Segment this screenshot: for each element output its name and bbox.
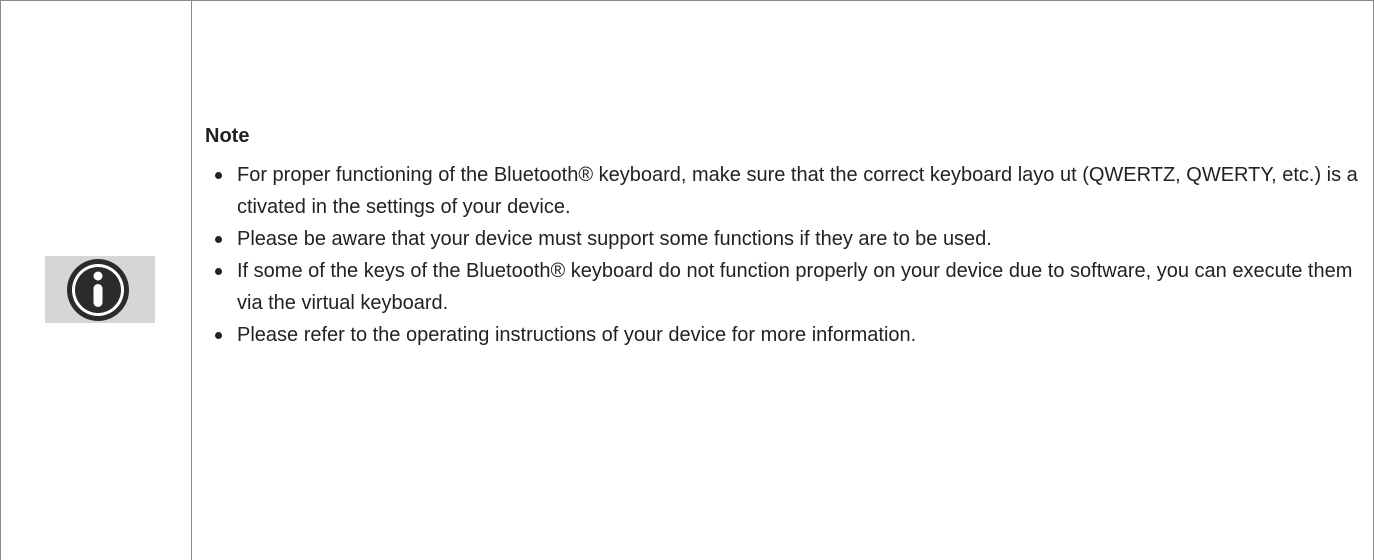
list-item-text: For proper functioning of the Bluetooth®… — [237, 164, 1358, 218]
list-item-text: Please be aware that your device must su… — [237, 228, 992, 250]
list-item: Please be aware that your device must su… — [205, 223, 1365, 255]
note-table: Note For proper functioning of the Bluet… — [0, 0, 1374, 560]
bullet-icon — [215, 172, 222, 179]
bullet-icon — [215, 236, 222, 243]
note-list: For proper functioning of the Bluetooth®… — [205, 159, 1365, 351]
list-item: For proper functioning of the Bluetooth®… — [205, 159, 1365, 223]
bullet-icon — [215, 268, 222, 275]
list-item: If some of the keys of the Bluetooth® ke… — [205, 255, 1365, 319]
info-icon-box — [45, 256, 155, 323]
list-item-text: Please refer to the operating instructio… — [237, 324, 917, 346]
note-icon-cell — [1, 1, 192, 560]
bullet-icon — [215, 332, 222, 339]
list-item: Please refer to the operating instructio… — [205, 319, 1365, 351]
list-item-text: If some of the keys of the Bluetooth® ke… — [237, 260, 1353, 314]
note-title: Note — [205, 125, 250, 147]
info-circle-icon — [67, 259, 129, 321]
